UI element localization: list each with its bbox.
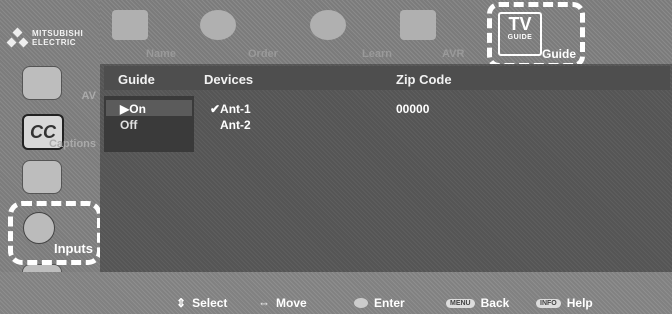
- tv-icon: [22, 160, 62, 194]
- tv-guide-icon: TV GUIDE: [498, 12, 542, 56]
- sidebar-item-label: Inputs: [54, 241, 93, 256]
- hint-label: Select: [192, 296, 228, 310]
- tab-avr[interactable]: AVR: [400, 6, 490, 60]
- tab-label: Order: [248, 48, 278, 60]
- device-ant-1[interactable]: ✔Ant-1: [210, 102, 251, 116]
- hint-label: Help: [566, 296, 593, 310]
- enter-button-icon: [354, 298, 368, 308]
- tab-label: Name: [146, 48, 176, 60]
- inputs-plug-icon: [23, 212, 55, 244]
- updown-arrows-icon: ⇕: [176, 296, 187, 310]
- brand-line-2: ELECTRIC: [32, 38, 76, 47]
- tab-name[interactable]: Name: [112, 6, 192, 60]
- devices-column-header: Devices: [204, 72, 254, 87]
- sidebar-item-label: Captions: [48, 138, 96, 150]
- av-cable-icon: [22, 66, 62, 100]
- tab-label: Guide: [542, 47, 577, 61]
- top-tab-bar: Name Order Learn AVR: [100, 0, 672, 64]
- hint-move: ⇔ Move: [258, 296, 307, 310]
- sidebar-item-inputs[interactable]: Inputs: [8, 201, 102, 265]
- sidebar-item-tv[interactable]: [14, 156, 84, 200]
- remote-learn-icon: [310, 10, 346, 40]
- order-icon: [200, 10, 236, 40]
- hint-enter: Enter: [354, 296, 405, 310]
- hint-label: Back: [480, 296, 510, 310]
- zip-code-column-header: Zip Code: [396, 72, 452, 87]
- leftright-arrows-icon: ⇔: [258, 296, 270, 310]
- name-tag-icon: [112, 10, 148, 40]
- tab-guide[interactable]: TV GUIDE Guide: [487, 2, 585, 68]
- brand-line-1: MITSUBISHI: [32, 29, 84, 38]
- hint-label: Move: [276, 296, 307, 310]
- tvguide-logo-small: GUIDE: [507, 34, 533, 41]
- mitsubishi-diamonds-icon: [6, 27, 29, 48]
- hint-back: MENU Back: [446, 296, 509, 310]
- tab-label: AVR: [442, 48, 465, 60]
- tab-order[interactable]: Order: [200, 6, 300, 60]
- guide-column-header: Guide: [118, 72, 155, 87]
- brand-logo: MITSUBISHI ELECTRIC: [6, 20, 100, 56]
- avr-icon: [400, 10, 436, 40]
- info-button-icon: INFO: [536, 298, 561, 308]
- menu-button-icon: MENU: [446, 298, 475, 308]
- selected-option-highlight: [106, 100, 192, 116]
- hint-select: ⇕ Select: [176, 296, 227, 310]
- zip-code-value[interactable]: 00000: [396, 102, 429, 116]
- hint-help: INFO Help: [536, 296, 593, 310]
- tab-learn[interactable]: Learn: [310, 6, 410, 60]
- tab-label: Learn: [362, 48, 392, 60]
- guide-option-on[interactable]: ▶On: [120, 102, 146, 116]
- sidebar-item-label: AV: [81, 90, 96, 102]
- hint-label: Enter: [374, 296, 405, 310]
- sidebar: MITSUBISHI ELECTRIC AV CC Captions: [0, 0, 100, 314]
- tvguide-logo-big: TV: [508, 14, 532, 34]
- table-header-row: [104, 66, 670, 90]
- device-ant-2[interactable]: Ant-2: [220, 118, 251, 132]
- sidebar-item-av[interactable]: AV: [14, 62, 96, 106]
- guide-option-off[interactable]: Off: [120, 118, 137, 132]
- sidebar-item-captions[interactable]: CC Captions: [14, 110, 96, 154]
